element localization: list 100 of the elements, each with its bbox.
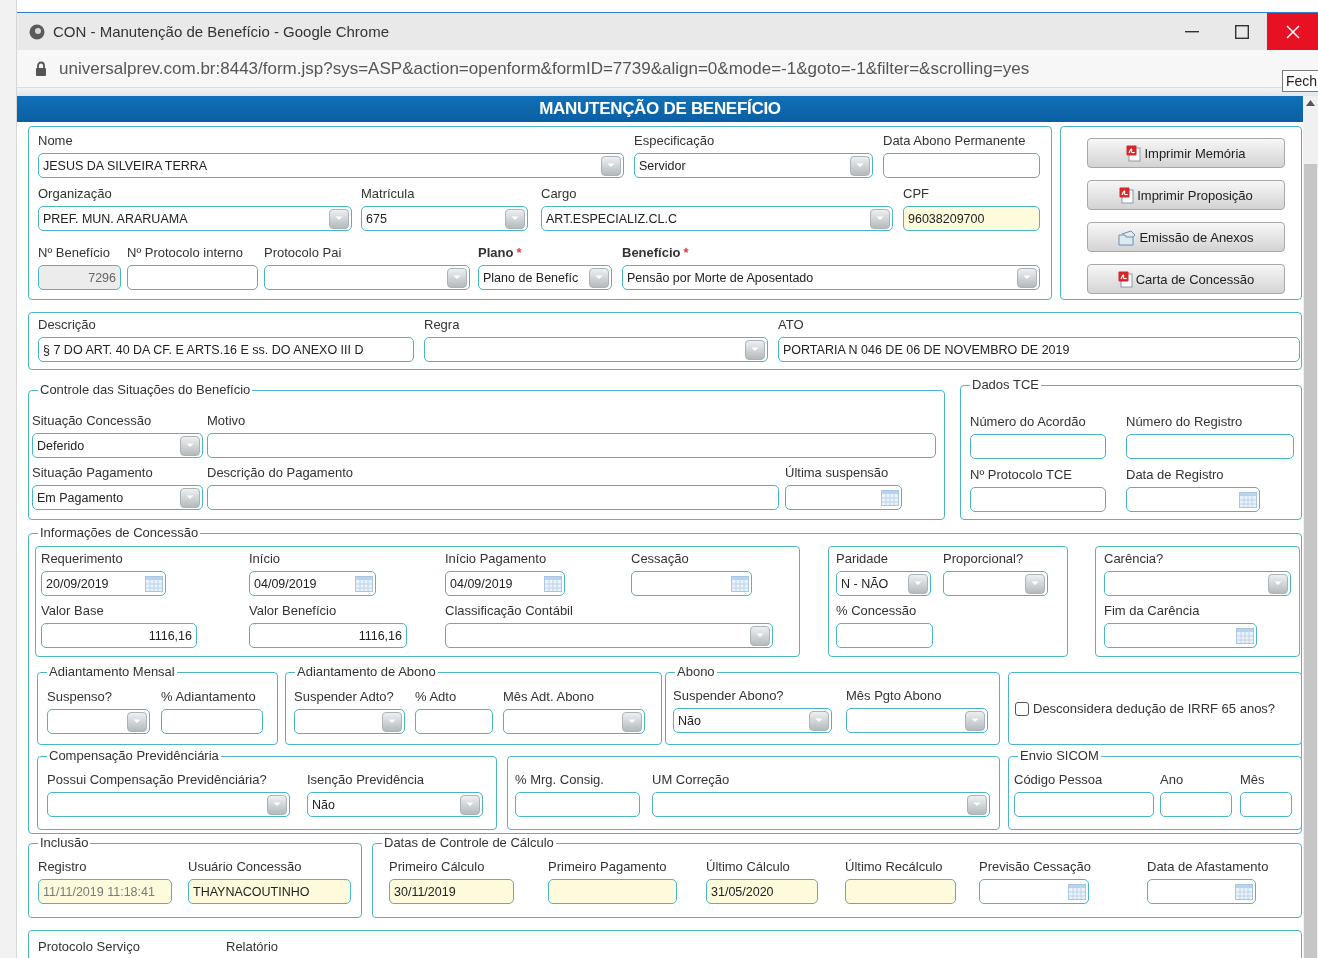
- date-field[interactable]: 04/09/2019: [445, 571, 565, 596]
- dropdown-button[interactable]: [329, 208, 349, 229]
- dropdown-button[interactable]: [267, 794, 287, 815]
- dropdown-field[interactable]: 675: [361, 206, 528, 231]
- input-field[interactable]: § 7 DO ART. 40 DA CF. E ARTS.16 E ss. DO ANEXO III D: [38, 337, 414, 362]
- dropdown-button[interactable]: [809, 710, 829, 731]
- input-field[interactable]: THAYNACOUTINHO: [188, 879, 351, 904]
- input-field[interactable]: [1160, 792, 1232, 817]
- dropdown-field[interactable]: [47, 792, 290, 817]
- dropdown-field[interactable]: N - NÃO: [836, 571, 931, 596]
- dropdown-field[interactable]: [846, 708, 988, 733]
- input-field[interactable]: [845, 879, 956, 904]
- input-field[interactable]: [1014, 792, 1154, 817]
- dropdown-button[interactable]: [180, 435, 200, 456]
- action-button[interactable]: Emissão de Anexos: [1087, 222, 1285, 252]
- input-field[interactable]: PORTARIA N 046 DE 06 DE NOVEMBRO DE 2019: [778, 337, 1300, 362]
- calendar-icon[interactable]: [881, 489, 899, 506]
- input-field[interactable]: [548, 879, 677, 904]
- dropdown-field[interactable]: Em Pagamento: [32, 485, 203, 510]
- caret-icon: [1031, 581, 1039, 586]
- dropdown-field[interactable]: [652, 792, 990, 817]
- dropdown-field[interactable]: [424, 337, 768, 362]
- input-field[interactable]: [1240, 792, 1292, 817]
- input-field[interactable]: [161, 709, 263, 734]
- input-field[interactable]: [207, 433, 936, 458]
- action-button[interactable]: Imprimir Memória: [1087, 138, 1285, 168]
- dropdown-button[interactable]: [460, 794, 480, 815]
- dropdown-button[interactable]: [589, 267, 609, 288]
- action-button[interactable]: Carta de Concessão: [1087, 264, 1285, 294]
- dropdown-field[interactable]: JESUS DA SILVEIRA TERRA: [38, 153, 624, 178]
- input-field[interactable]: [836, 623, 933, 648]
- date-field[interactable]: [979, 879, 1089, 904]
- dropdown-field[interactable]: PREF. MUN. ARARUAMA: [38, 206, 352, 231]
- dropdown-field[interactable]: Plano de Benefíc: [478, 265, 612, 290]
- input-field[interactable]: [970, 434, 1106, 459]
- input-field[interactable]: 11/11/2019 11:18:41: [38, 879, 172, 904]
- dropdown-field[interactable]: ART.ESPECIALIZ.CL.C: [541, 206, 893, 231]
- dropdown-button[interactable]: [750, 625, 770, 646]
- dropdown-button[interactable]: [967, 794, 987, 815]
- dropdown-button[interactable]: [447, 267, 467, 288]
- date-field[interactable]: [631, 571, 752, 596]
- input-field[interactable]: [127, 265, 258, 290]
- dropdown-button[interactable]: [180, 487, 200, 508]
- dropdown-button[interactable]: [1268, 573, 1288, 594]
- input-field[interactable]: 1116,16: [249, 623, 407, 648]
- dropdown-button[interactable]: [908, 573, 928, 594]
- calendar-icon[interactable]: [544, 575, 562, 592]
- calendar-icon[interactable]: [731, 575, 749, 592]
- date-field[interactable]: 20/09/2019: [41, 571, 166, 596]
- calendar-icon[interactable]: [355, 575, 373, 592]
- calendar-icon[interactable]: [1068, 883, 1086, 900]
- input-field[interactable]: 96038209700: [903, 206, 1040, 231]
- dropdown-field[interactable]: Não: [307, 792, 483, 817]
- dropdown-button[interactable]: [965, 710, 985, 731]
- dropdown-button[interactable]: [505, 208, 525, 229]
- dropdown-field[interactable]: Servidor: [634, 153, 873, 178]
- date-field[interactable]: [1126, 487, 1260, 512]
- dropdown-field[interactable]: [264, 265, 470, 290]
- input-field[interactable]: [415, 709, 493, 734]
- dropdown-button[interactable]: [601, 155, 621, 176]
- dropdown-field[interactable]: [294, 709, 405, 734]
- calendar-icon[interactable]: [1235, 883, 1253, 900]
- input-field[interactable]: 1116,16: [41, 623, 197, 648]
- calendar-icon[interactable]: [1236, 627, 1254, 644]
- dropdown-button[interactable]: [127, 711, 147, 732]
- dropdown-field[interactable]: [445, 623, 773, 648]
- calendar-icon[interactable]: [145, 575, 163, 592]
- input-field[interactable]: [1126, 434, 1294, 459]
- action-button[interactable]: Imprimir Proposição: [1087, 180, 1285, 210]
- dropdown-button[interactable]: [850, 155, 870, 176]
- dropdown-button[interactable]: [1025, 573, 1045, 594]
- input-field[interactable]: 7296: [38, 265, 121, 290]
- dropdown-field[interactable]: Não: [673, 708, 832, 733]
- date-field[interactable]: [1104, 623, 1257, 648]
- dropdown-button[interactable]: [1017, 267, 1037, 288]
- input-field[interactable]: [970, 487, 1106, 512]
- scrollbar[interactable]: [1303, 96, 1318, 958]
- input-field[interactable]: [515, 792, 640, 817]
- date-field[interactable]: [785, 485, 902, 510]
- calendar-icon[interactable]: [1239, 491, 1257, 508]
- input-field[interactable]: 30/11/2019: [389, 879, 514, 904]
- dropdown-field[interactable]: [1104, 571, 1291, 596]
- dropdown-field[interactable]: Deferido: [32, 433, 203, 458]
- dropdown-field[interactable]: [943, 571, 1048, 596]
- dropdown-button[interactable]: [870, 208, 890, 229]
- input-field[interactable]: 31/05/2020: [706, 879, 818, 904]
- dropdown-field[interactable]: [503, 709, 645, 734]
- dropdown-button[interactable]: [622, 711, 642, 732]
- dropdown-field[interactable]: Pensão por Morte de Aposentado: [622, 265, 1040, 290]
- dropdown-button[interactable]: [745, 339, 765, 360]
- date-field[interactable]: [1147, 879, 1256, 904]
- input-field[interactable]: [883, 153, 1040, 178]
- date-field[interactable]: 04/09/2019: [249, 571, 376, 596]
- dropdown-button[interactable]: [382, 711, 402, 732]
- scroll-thumb[interactable]: [1304, 164, 1317, 958]
- checkbox[interactable]: [1015, 701, 1029, 716]
- input-field[interactable]: [207, 485, 779, 510]
- dropdown-field[interactable]: [47, 709, 150, 734]
- scroll-up-icon[interactable]: [1306, 100, 1315, 106]
- caret-icon: [133, 719, 141, 724]
